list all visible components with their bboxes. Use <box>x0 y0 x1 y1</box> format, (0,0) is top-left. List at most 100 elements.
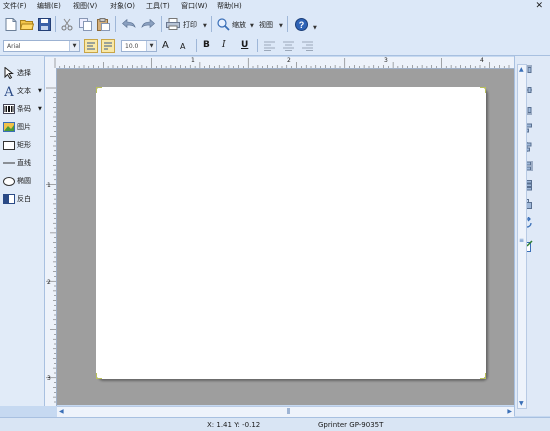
ellipse-icon <box>3 175 15 187</box>
vertical-scrollbar[interactable]: ▲ ≡ ▼ <box>517 64 527 409</box>
scroll-right-icon[interactable]: ▶ <box>507 408 512 416</box>
view-label[interactable]: 视图 <box>259 21 273 30</box>
vertical-ruler-ticks <box>46 87 56 403</box>
horizontal-ruler-ticks <box>54 58 510 68</box>
redo-icon[interactable] <box>141 17 155 31</box>
tool-label: 椭圆 <box>17 177 31 185</box>
toolbar-separator <box>287 16 288 32</box>
toolbar-separator <box>211 16 212 32</box>
ruler-number: 1 <box>47 182 51 189</box>
menu-window[interactable]: 窗口(W) <box>181 2 207 11</box>
tool-image[interactable]: 图片 <box>1 119 43 135</box>
close-icon[interactable]: ✕ <box>535 1 543 11</box>
font-name-value: Arial <box>7 43 21 50</box>
italic-button[interactable]: I <box>222 40 226 50</box>
menu-bar: 文件(F) 编辑(E) 视图(V) 对象(O) 工具(T) 窗口(W) 帮助(H… <box>0 0 550 13</box>
tool-text[interactable]: A 文本 ▼ <box>1 83 43 99</box>
tool-label: 直线 <box>17 159 31 167</box>
text-wrap-icon[interactable] <box>101 39 115 53</box>
horizontal-ruler: 1 2 3 4 <box>45 57 515 69</box>
tool-label: 条码 <box>17 105 31 113</box>
vertical-ruler: 1 2 3 <box>45 68 57 406</box>
toolbar-separator <box>115 16 116 32</box>
chevron-down-icon[interactable]: ▼ <box>38 88 42 94</box>
menu-file[interactable]: 文件(F) <box>3 2 27 11</box>
text-tool-icon: A <box>3 85 15 97</box>
scroll-down-icon[interactable]: ▼ <box>519 400 524 407</box>
status-bar: X: 1.41 Y: -0.12 Gprinter GP-9035T <box>0 417 550 431</box>
bold-button[interactable]: B <box>203 40 210 50</box>
chevron-down-icon[interactable]: ▼ <box>279 23 283 29</box>
grow-font-button[interactable]: A <box>162 40 169 51</box>
tool-label: 选择 <box>17 69 31 77</box>
tool-label: 图片 <box>17 123 31 131</box>
paste-icon[interactable] <box>96 17 110 31</box>
horizontal-scrollbar[interactable]: ◀ ▶ <box>57 406 514 417</box>
corner-marker <box>96 373 102 379</box>
format-toolbar: Arial ▼ 10.0 ▼ A A B I U <box>0 36 550 56</box>
menu-tools[interactable]: 工具(T) <box>146 2 170 11</box>
svg-text:?: ? <box>298 20 304 30</box>
align-text-icon[interactable] <box>84 39 98 53</box>
shrink-font-button[interactable]: A <box>180 42 185 51</box>
ruler-number: 3 <box>47 375 51 382</box>
menu-edit[interactable]: 编辑(E) <box>37 2 61 11</box>
underline-button[interactable]: U <box>241 40 248 50</box>
chevron-down-icon[interactable]: ▼ <box>203 23 207 29</box>
scroll-up-icon[interactable]: ▲ <box>519 66 524 73</box>
align-right-icon[interactable] <box>300 39 314 53</box>
align-center-icon[interactable] <box>281 39 295 53</box>
toolbar-separator <box>161 16 162 32</box>
chevron-down-icon[interactable]: ▼ <box>38 106 42 112</box>
chevron-down-icon[interactable]: ▼ <box>146 41 156 51</box>
ruler-number: 2 <box>287 57 291 64</box>
copy-icon[interactable] <box>78 17 92 31</box>
chevron-down-icon[interactable]: ▼ <box>250 23 254 29</box>
corner-marker <box>96 87 102 93</box>
tool-label: 文本 <box>17 87 31 95</box>
scroll-thumb-grip[interactable]: ≡ <box>519 237 524 244</box>
align-left-icon[interactable] <box>262 39 276 53</box>
undo-icon[interactable] <box>122 17 136 31</box>
menu-object[interactable]: 对象(O) <box>110 2 135 11</box>
inverse-icon <box>3 193 15 205</box>
magnifier-icon[interactable] <box>216 17 230 31</box>
new-document-icon[interactable] <box>4 17 18 31</box>
zoom-label[interactable]: 缩放 <box>232 21 246 30</box>
tool-rect[interactable]: 矩形 <box>1 137 43 153</box>
tool-panel: 选择 A 文本 ▼ 条码 ▼ 图片 矩形 直线 椭圆 反白 <box>0 56 45 406</box>
tool-ellipse[interactable]: 椭圆 <box>1 173 43 189</box>
tool-line[interactable]: 直线 <box>1 155 43 171</box>
cut-icon[interactable] <box>60 17 74 31</box>
font-size-combo[interactable]: 10.0 ▼ <box>121 40 157 52</box>
ruler-number: 2 <box>47 279 51 286</box>
chevron-down-icon[interactable]: ▼ <box>69 41 79 51</box>
label-page[interactable] <box>96 87 486 379</box>
corner-marker <box>480 373 486 379</box>
ruler-number: 4 <box>480 57 484 64</box>
ruler-number: 1 <box>191 57 195 64</box>
toolbar-separator <box>55 16 56 32</box>
printer-name: Gprinter GP-9035T <box>318 421 384 429</box>
menu-view[interactable]: 视图(V) <box>73 2 97 11</box>
printer-icon[interactable] <box>166 17 180 31</box>
save-icon[interactable] <box>37 17 51 31</box>
help-icon[interactable]: ? <box>294 17 308 31</box>
menu-help[interactable]: 帮助(H) <box>217 2 242 11</box>
image-icon <box>3 121 15 133</box>
print-label[interactable]: 打印 <box>183 21 197 30</box>
rectangle-icon <box>3 139 15 151</box>
scroll-left-icon[interactable]: ◀ <box>59 408 64 416</box>
tool-inverse[interactable]: 反白 <box>1 191 43 207</box>
chevron-down-icon[interactable]: ▼ <box>313 25 317 31</box>
line-icon <box>3 157 15 169</box>
open-folder-icon[interactable] <box>20 17 34 31</box>
ruler-number: 3 <box>384 57 388 64</box>
main-toolbar: 打印 ▼ 缩放 ▼ 视图 ▼ ? ▼ <box>0 13 550 36</box>
font-name-combo[interactable]: Arial ▼ <box>3 40 80 52</box>
svg-text:A: A <box>3 85 14 97</box>
scroll-thumb[interactable] <box>287 408 290 414</box>
tool-barcode[interactable]: 条码 ▼ <box>1 101 43 117</box>
barcode-icon <box>3 103 15 115</box>
tool-select[interactable]: 选择 <box>1 65 43 81</box>
